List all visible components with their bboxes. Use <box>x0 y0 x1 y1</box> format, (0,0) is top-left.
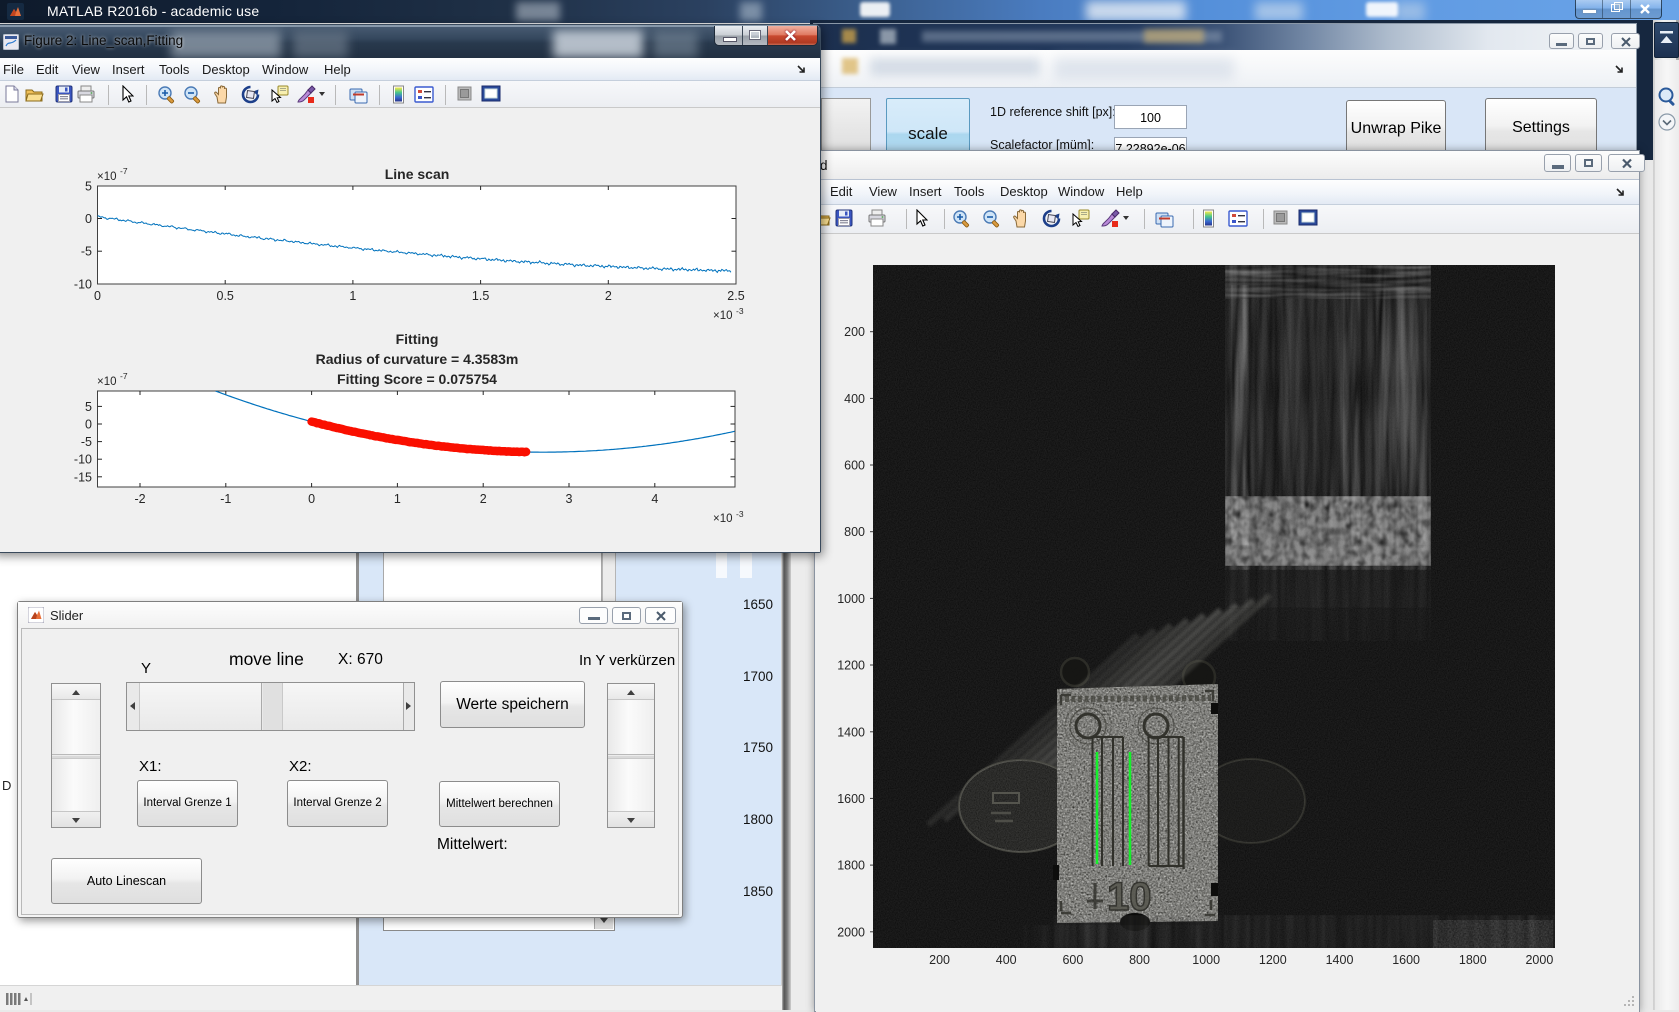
svg-text:600: 600 <box>1062 953 1083 967</box>
svg-text:2: 2 <box>605 289 612 303</box>
svg-text:Radius of curvature = 4.3583m: Radius of curvature = 4.3583m <box>316 351 519 367</box>
svg-text:2000: 2000 <box>837 925 865 939</box>
svg-text:Line scan: Line scan <box>385 166 450 182</box>
svg-text:1200: 1200 <box>1259 953 1287 967</box>
svg-text:1200: 1200 <box>837 659 865 673</box>
svg-text:0: 0 <box>85 418 92 432</box>
svg-text:-10: -10 <box>74 453 92 467</box>
svg-text:×10: ×10 <box>97 376 117 388</box>
svg-text:1800: 1800 <box>837 859 865 873</box>
svg-text:1600: 1600 <box>837 792 865 806</box>
svg-text:2: 2 <box>480 492 487 506</box>
svg-text:5: 5 <box>85 180 92 194</box>
svg-text:1: 1 <box>394 492 401 506</box>
svg-text:-2: -2 <box>134 492 145 506</box>
svg-text:×10: ×10 <box>713 513 733 525</box>
svg-text:-5: -5 <box>81 435 92 449</box>
svg-text:-3: -3 <box>736 306 744 316</box>
svg-text:2.5: 2.5 <box>727 289 744 303</box>
svg-text:0.5: 0.5 <box>217 289 234 303</box>
svg-text:400: 400 <box>996 953 1017 967</box>
svg-text:Fitting: Fitting <box>396 331 439 347</box>
svg-text:3: 3 <box>566 492 573 506</box>
svg-text:200: 200 <box>929 953 950 967</box>
svg-text:4: 4 <box>651 492 658 506</box>
svg-text:1400: 1400 <box>1326 953 1354 967</box>
svg-text:-7: -7 <box>120 166 128 176</box>
svg-text:×10: ×10 <box>713 310 733 322</box>
svg-text:800: 800 <box>844 525 865 539</box>
svg-text:200: 200 <box>844 325 865 339</box>
svg-text:1600: 1600 <box>1392 953 1420 967</box>
svg-text:Fitting Score = 0.075754: Fitting Score = 0.075754 <box>337 371 497 387</box>
svg-text:800: 800 <box>1129 953 1150 967</box>
svg-text:400: 400 <box>844 392 865 406</box>
svg-text:1400: 1400 <box>837 725 865 739</box>
svg-text:1000: 1000 <box>1192 953 1220 967</box>
svg-text:-3: -3 <box>736 509 744 519</box>
svg-text:-7: -7 <box>120 371 128 381</box>
svg-text:1000: 1000 <box>837 592 865 606</box>
svg-text:×10: ×10 <box>97 171 117 183</box>
svg-text:-1: -1 <box>220 492 231 506</box>
svg-text:600: 600 <box>844 459 865 473</box>
svg-text:0: 0 <box>94 289 101 303</box>
svg-text:0: 0 <box>308 492 315 506</box>
svg-text:0: 0 <box>85 212 92 226</box>
svg-text:10: 10 <box>1107 875 1152 919</box>
svg-text:1.5: 1.5 <box>472 289 489 303</box>
svg-text:-5: -5 <box>81 245 92 259</box>
svg-text:5: 5 <box>85 400 92 414</box>
svg-text:1800: 1800 <box>1459 953 1487 967</box>
svg-text:2000: 2000 <box>1525 953 1553 967</box>
svg-text:-15: -15 <box>74 471 92 485</box>
svg-text:-10: -10 <box>74 278 92 292</box>
svg-text:1: 1 <box>349 289 356 303</box>
